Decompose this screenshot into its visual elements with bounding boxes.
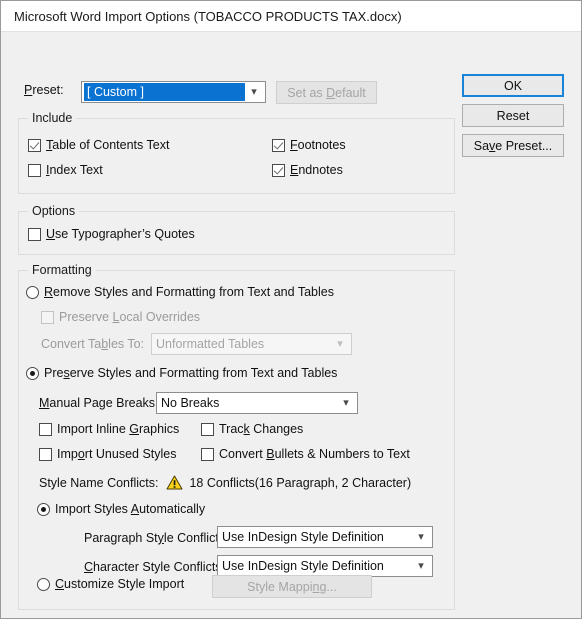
word-import-options-dialog: Microsoft Word Import Options (TOBACCO P… [0, 0, 582, 619]
paragraph-style-conflicts-dropdown[interactable]: Use InDesign Style Definition ▾ [217, 526, 433, 548]
style-name-conflicts-label: Style Name Conflicts: [39, 475, 159, 490]
character-style-conflicts-label: Character Style Conflicts: [84, 560, 226, 574]
checkbox-endnotes[interactable]: Endnotes [272, 163, 343, 177]
style-name-conflicts-value: 18 Conflicts(16 Paragraph, 2 Character) [189, 475, 412, 490]
checkbox-label: Preserve Local Overrides [59, 310, 201, 324]
checkbox-track-changes[interactable]: Track Changes [201, 422, 303, 436]
style-mapping-label: Style Mapping... [247, 579, 337, 594]
radio-label: Import Styles Automatically [55, 502, 206, 516]
manual-page-breaks-label: Manual Page Breaks: [39, 396, 159, 410]
style-name-conflicts-row: Style Name Conflicts: 18 Conflicts(16 Pa… [39, 475, 411, 490]
style-mapping-button[interactable]: Style Mapping... [212, 575, 372, 598]
checkbox-label: Footnotes [290, 138, 346, 152]
reset-label: Reset [496, 108, 530, 123]
include-legend: Include [28, 111, 77, 125]
character-style-conflicts-value: Use InDesign Style Definition [222, 559, 384, 573]
checkbox-label: Table of Contents Text [46, 138, 170, 152]
checkbox-import-inline-graphics[interactable]: Import Inline Graphics [39, 422, 179, 436]
checkbox-box [41, 310, 54, 324]
checkbox-use-typographers-quotes[interactable]: Use Typographer’s Quotes [28, 227, 195, 241]
radio-label: Preserve Styles and Formatting from Text… [44, 366, 338, 380]
checkbox-box [28, 163, 41, 177]
radio-circle [26, 366, 39, 380]
checkbox-table-of-contents-text[interactable]: Table of Contents Text [28, 138, 169, 152]
save-preset-button[interactable]: Save Preset... [462, 134, 564, 157]
checkbox-label: Convert Bullets & Numbers to Text [219, 447, 410, 461]
formatting-legend: Formatting [28, 263, 96, 277]
checkbox-convert-bullets-numbers[interactable]: Convert Bullets & Numbers to Text [201, 447, 410, 461]
dialog-title: Microsoft Word Import Options (TOBACCO P… [14, 8, 402, 24]
set-as-default-label: Set as Default [287, 85, 366, 100]
chevron-down-icon: ▾ [337, 337, 343, 350]
radio-label: Remove Styles and Formatting from Text a… [44, 285, 334, 299]
chevron-down-icon: ▾ [418, 530, 424, 543]
checkbox-box [201, 447, 214, 461]
preset-label-wrap: Preset: [24, 83, 64, 97]
checkbox-box [39, 447, 52, 461]
chevron-down-icon: ▾ [251, 85, 257, 98]
convert-tables-label-wrap: Convert Tables To: [41, 337, 144, 351]
checkbox-preserve-local-overrides[interactable]: Preserve Local Overrides [41, 310, 200, 324]
chevron-down-icon: ▾ [343, 396, 349, 409]
checkbox-box [272, 163, 285, 177]
convert-tables-value: Unformatted Tables [156, 337, 265, 351]
dialog-titlebar: Microsoft Word Import Options (TOBACCO P… [1, 1, 581, 32]
checkbox-label: Import Inline Graphics [57, 422, 180, 436]
checkbox-box [39, 422, 52, 436]
checkbox-index-text[interactable]: Index Text [28, 163, 103, 177]
manual-page-breaks-dropdown[interactable]: No Breaks ▾ [156, 392, 358, 414]
radio-preserve-styles[interactable]: Preserve Styles and Formatting from Text… [26, 366, 337, 380]
ok-button[interactable]: OK [462, 74, 564, 97]
checkbox-label: Track Changes [219, 422, 304, 436]
checkbox-footnotes[interactable]: Footnotes [272, 138, 346, 152]
convert-tables-label: Convert Tables To: [41, 337, 145, 351]
convert-tables-dropdown[interactable]: Unformatted Tables ▾ [151, 333, 352, 355]
radio-circle [37, 502, 50, 516]
warning-triangle-icon [166, 475, 183, 490]
include-group: Include [18, 111, 455, 194]
radio-circle [37, 577, 50, 591]
options-legend: Options [28, 204, 80, 218]
radio-label: Customize Style Import [55, 577, 185, 591]
checkbox-box [28, 138, 41, 152]
chevron-down-icon: ▾ [418, 559, 424, 572]
manual-page-breaks-value: No Breaks [161, 396, 220, 410]
character-style-conflicts-label-wrap: Character Style Conflicts: [84, 560, 225, 574]
set-as-default-button[interactable]: Set as Default [276, 81, 377, 104]
radio-circle [26, 285, 39, 299]
manual-page-breaks-label-wrap: Manual Page Breaks: [39, 396, 159, 410]
checkbox-label: Use Typographer’s Quotes [46, 227, 195, 241]
radio-import-styles-automatically[interactable]: Import Styles Automatically [37, 502, 205, 516]
reset-button[interactable]: Reset [462, 104, 564, 127]
checkbox-label: Endnotes [290, 163, 343, 177]
checkbox-box [28, 227, 41, 241]
checkbox-box [272, 138, 285, 152]
checkbox-import-unused-styles[interactable]: Import Unused Styles [39, 447, 177, 461]
paragraph-style-conflicts-label-wrap: Paragraph Style Conflicts: [84, 531, 229, 545]
paragraph-style-conflicts-label: Paragraph Style Conflicts: [84, 531, 229, 545]
ok-label: OK [503, 78, 523, 93]
preset-label: Preset: [24, 83, 64, 97]
radio-customize-style-import[interactable]: Customize Style Import [37, 577, 184, 591]
checkbox-box [201, 422, 214, 436]
preset-dropdown[interactable]: [ Custom ] ▾ [81, 81, 266, 103]
save-preset-label: Save Preset... [473, 138, 553, 153]
preset-value: [ Custom ] [84, 83, 245, 101]
paragraph-style-conflicts-value: Use InDesign Style Definition [222, 530, 384, 544]
character-style-conflicts-dropdown[interactable]: Use InDesign Style Definition ▾ [217, 555, 433, 577]
checkbox-label: Index Text [46, 163, 103, 177]
checkbox-label: Import Unused Styles [57, 447, 177, 461]
radio-remove-styles[interactable]: Remove Styles and Formatting from Text a… [26, 285, 334, 299]
